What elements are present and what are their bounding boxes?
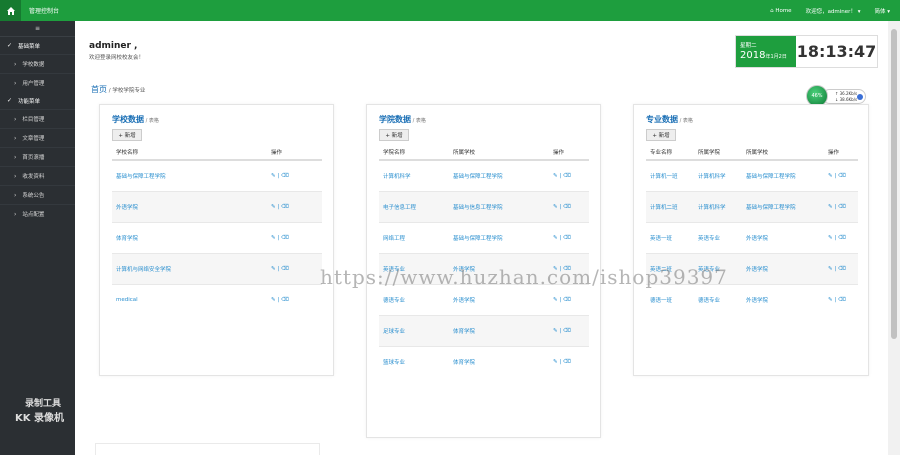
sidebar-item-user-management[interactable]: › 用户管理 [0,73,75,92]
chevron-down-icon: ✓ [7,97,13,104]
chevron-right-icon: › [14,153,17,161]
table-row: 计算机二班 计算机科学 基础与保障工程学院 ✎ | ⌫ [646,190,858,222]
network-speed-bar: ↑ 36.2Kb/s ↓ 38.6Kb/s [822,89,866,104]
breadcrumb-path: / 学校学院专业 [107,88,146,94]
add-college-button[interactable]: + 新增 [379,129,409,141]
sidebar-item-site-config[interactable]: › 站点配置 [0,204,75,223]
major-data-panel: 专业数据 / 表格 + 新增 专业名称 所属学院 所属学校 操作 计算机一班 计算… [633,104,869,376]
edit-delete-actions[interactable]: ✎ | ⌫ [824,159,858,191]
clock-date: 星期二 2018年1月2日 [736,36,796,67]
language-menu[interactable]: 简体 ▾ [874,7,890,15]
edit-delete-actions[interactable]: ✎ | ⌫ [824,221,858,253]
edit-delete-actions[interactable]: ✎ | ⌫ [267,252,322,284]
clock-widget: 星期二 2018年1月2日 18:13:47 [735,35,878,68]
table-row: 电子信息工程 基础与信息工程学院 ✎ | ⌫ [379,190,589,222]
table-header: 学院名称 所属学校 操作 [379,145,589,161]
edit-delete-actions[interactable]: ✎ | ⌫ [267,283,322,315]
sidebar-section-basic[interactable]: ✓ 基础菜单 [0,37,75,54]
add-school-button[interactable]: + 新增 [112,129,142,141]
edit-delete-actions[interactable]: ✎ | ⌫ [549,314,589,346]
home-button[interactable] [0,0,21,21]
sidebar-item-materials[interactable]: › 收发资料 [0,166,75,185]
home-icon [6,6,15,15]
sidebar-toggle[interactable]: ≡ [0,21,75,37]
edit-delete-actions[interactable]: ✎ | ⌫ [549,159,589,191]
school-table: 学校名称 操作 基础与保障工程学院 ✎ | ⌫ 外语学院 ✎ | ⌫ 体育学院 ✎ |… [112,145,322,315]
page-scrollbar[interactable] [888,21,900,455]
table-row: 计算机一班 计算机科学 基础与保障工程学院 ✎ | ⌫ [646,159,858,191]
chevron-right-icon: › [14,134,17,142]
recorder-watermark-line2: KK 录像机 [15,413,64,424]
sidebar-section-function[interactable]: ✓ 功能菜单 [0,92,75,109]
table-row: 基础与保障工程学院 ✎ | ⌫ [112,159,322,191]
table-row: 足球专业 体育学院 ✎ | ⌫ [379,314,589,346]
edit-delete-actions[interactable]: ✎ | ⌫ [824,283,858,315]
chevron-down-icon: ✓ [7,42,13,49]
sidebar-item-article-management[interactable]: › 文章管理 [0,128,75,147]
chevron-right-icon: › [14,60,17,68]
clock-weekday: 星期二 [740,43,757,49]
breadcrumb: 首页 / 学校学院专业 [91,84,145,95]
add-major-button[interactable]: + 新增 [646,129,676,141]
network-dot-icon [857,94,863,100]
main-content: adminer , 欢迎登录网校校友会！ 星期二 2018年1月2日 18:13… [75,21,888,455]
chevron-right-icon: › [14,210,17,218]
username: adminer , [89,41,138,51]
table-row: 体育学院 ✎ | ⌫ [112,221,322,253]
edit-delete-actions[interactable]: ✎ | ⌫ [549,345,589,377]
edit-delete-actions[interactable]: ✎ | ⌫ [549,190,589,222]
table-row: medical ✎ | ⌫ [112,283,322,315]
table-row: 计算机科学 基础与保障工程学院 ✎ | ⌫ [379,159,589,191]
panel-title: 学校数据 / 表格 [112,115,159,124]
edit-delete-actions[interactable]: ✎ | ⌫ [267,190,322,222]
edit-delete-actions[interactable]: ✎ | ⌫ [267,221,322,253]
edit-delete-actions[interactable]: ✎ | ⌫ [824,252,858,284]
table-header: 专业名称 所属学院 所属学校 操作 [646,145,858,161]
sidebar-item-column-management[interactable]: › 栏目管理 [0,109,75,128]
table-row: 计算机与网络安全学院 ✎ | ⌫ [112,252,322,284]
sidebar-item-announcements[interactable]: › 系统公告 [0,185,75,204]
chevron-right-icon: › [14,172,17,180]
panel-title: 学院数据 / 表格 [379,115,426,124]
table-header: 学校名称 操作 [112,145,322,161]
top-navbar: 管理控制台 ⌂ Home 欢迎您，adminer！ ▾ 简体 ▾ [0,0,900,21]
edit-delete-actions[interactable]: ✎ | ⌫ [824,190,858,222]
table-row: 英语一班 英语专业 外语学院 ✎ | ⌫ [646,221,858,253]
sidebar-item-school-data[interactable]: › 学校数据 [0,54,75,73]
welcome-block: adminer , 欢迎登录网校校友会！ [89,41,144,61]
chevron-right-icon: › [14,79,17,87]
scrollbar-thumb[interactable] [891,29,897,339]
welcome-subtitle: 欢迎登录网校校友会！ [89,55,145,61]
edit-delete-actions[interactable]: ✎ | ⌫ [549,221,589,253]
edit-delete-actions[interactable]: ✎ | ⌫ [267,159,322,191]
panel-title: 专业数据 / 表格 [646,115,693,124]
school-data-panel: 学校数据 / 表格 + 新增 学校名称 操作 基础与保障工程学院 ✎ | ⌫ 外语… [99,104,334,376]
chevron-right-icon: › [14,191,17,199]
chevron-right-icon: › [14,115,17,123]
breadcrumb-home[interactable]: 首页 [91,85,107,94]
sidebar-item-homepage-carousel[interactable]: › 首页滚播 [0,147,75,166]
major-table: 专业名称 所属学院 所属学校 操作 计算机一班 计算机科学 基础与保障工程学院 ✎ |… [646,145,858,315]
recorder-watermark-line1: 录制工具 [25,399,62,409]
sidebar: ≡ ✓ 基础菜单 › 学校数据 › 用户管理 ✓ 功能菜单 › 栏目管理 › 文章管理 › 首… [0,21,75,455]
bottom-panel-edge [95,443,320,455]
clock-year-date: 2018年1月2日 [740,50,787,61]
table-row: 网络工程 基础与保障工程学院 ✎ | ⌫ [379,221,589,253]
url-watermark: https://www.huzhan.com/ishop39397 [320,265,728,289]
table-row: 外语学院 ✎ | ⌫ [112,190,322,222]
brand-title[interactable]: 管理控制台 [29,6,59,15]
college-table: 学院名称 所属学校 操作 计算机科学 基础与保障工程学院 ✎ | ⌫ 电子信息工程基… [379,145,589,377]
table-row: 篮球专业 体育学院 ✎ | ⌫ [379,345,589,377]
user-menu[interactable]: 欢迎您，adminer！ ▾ [806,7,861,15]
home-link[interactable]: ⌂ Home [770,8,792,14]
clock-time: 18:13:47 [796,36,877,67]
